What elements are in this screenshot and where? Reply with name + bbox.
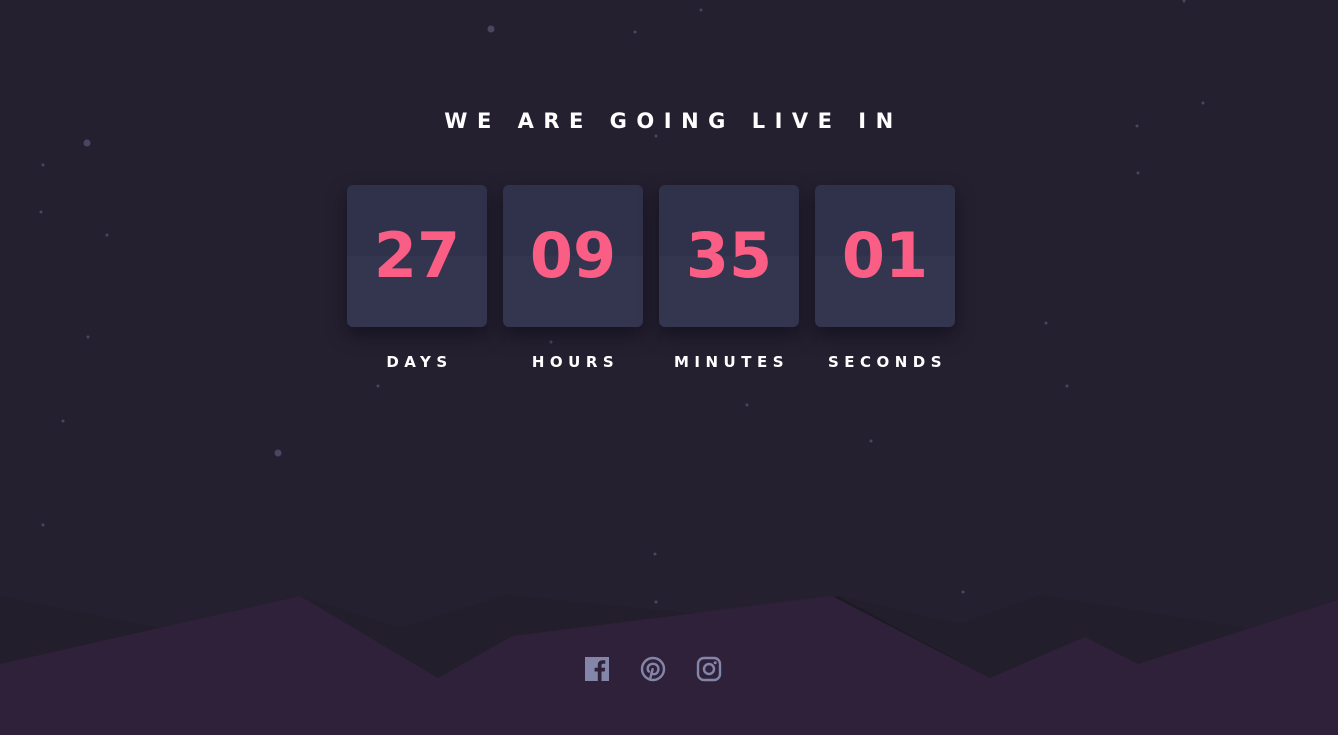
social-links <box>584 656 734 682</box>
days-value: 27 <box>373 219 461 292</box>
countdown-card: 35 <box>659 185 799 327</box>
countdown-seconds: 01 SECONDS <box>815 185 955 371</box>
countdown-card: 27 <box>347 185 487 327</box>
seconds-label: SECONDS <box>827 353 948 371</box>
days-label: DAYS <box>386 353 453 371</box>
pinterest-icon <box>640 656 666 682</box>
countdown-hours: 09 HOURS <box>503 185 643 371</box>
hours-value: 09 <box>529 219 617 292</box>
countdown-minutes: 35 MINUTES <box>659 185 799 371</box>
pinterest-link[interactable] <box>640 656 666 682</box>
instagram-icon <box>696 656 722 682</box>
facebook-link[interactable] <box>584 656 610 682</box>
countdown-card: 01 <box>815 185 955 327</box>
minutes-value: 35 <box>685 219 773 292</box>
facebook-icon <box>585 657 609 681</box>
headline: WE ARE GOING LIVE IN <box>444 109 903 133</box>
seconds-value: 01 <box>841 219 929 292</box>
countdown-timer: 27 DAYS 09 HOURS 35 MINUTES 01 SECONDS <box>347 185 967 385</box>
countdown-days: 27 DAYS <box>347 185 487 371</box>
instagram-link[interactable] <box>696 656 722 682</box>
countdown-card: 09 <box>503 185 643 327</box>
minutes-label: MINUTES <box>673 353 790 371</box>
hours-label: HOURS <box>531 353 620 371</box>
